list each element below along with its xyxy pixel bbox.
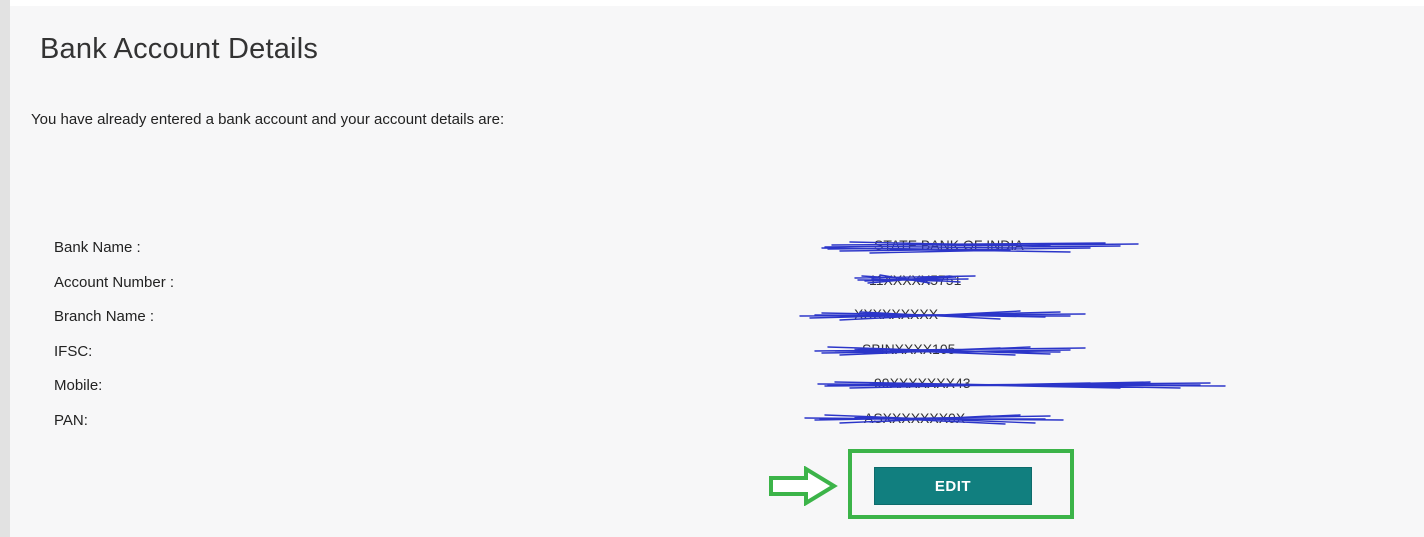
ifsc-label: IFSC:: [54, 342, 93, 360]
page-title: Bank Account Details: [40, 33, 319, 65]
account-number-label: Account Number :: [54, 273, 175, 291]
detail-row-bank-name: Bank Name : STATE BANK OF INDIA: [54, 237, 1354, 274]
edit-button[interactable]: EDIT: [874, 467, 1032, 505]
pan-label: PAN:: [54, 411, 88, 429]
detail-row-ifsc: IFSC: SBINXXXX105: [54, 340, 1354, 378]
bank-name-label: Bank Name :: [54, 239, 141, 256]
detail-row-pan: PAN: ASXXXXXXX0X: [54, 409, 1354, 447]
bank-name-value: STATE BANK OF INDIA: [874, 237, 1024, 253]
account-details-list: Bank Name : STATE BANK OF INDIA Account …: [54, 237, 1354, 447]
right-arrow-icon: [769, 466, 838, 506]
account-number-value: 11XXXXX5751: [869, 271, 962, 288]
detail-row-branch-name: Branch Name : XXXXXXXXX: [54, 306, 1354, 343]
mobile-value: 99XXXXXXX43: [874, 375, 971, 391]
branch-name-label: Branch Name :: [54, 308, 155, 325]
bank-details-panel: Bank Account Details You have already en…: [10, 6, 1424, 537]
pan-value: ASXXXXXXX0X: [864, 409, 966, 426]
branch-name-value: XXXXXXXXX: [854, 306, 939, 322]
mobile-label: Mobile:: [54, 377, 103, 394]
detail-row-account-number: Account Number : 11XXXXX5751: [54, 271, 1354, 309]
detail-row-mobile: Mobile: 99XXXXXXX43: [54, 375, 1354, 412]
left-border: [0, 0, 10, 537]
ifsc-value: SBINXXXX105: [862, 340, 956, 357]
intro-text: You have already entered a bank account …: [31, 111, 505, 128]
